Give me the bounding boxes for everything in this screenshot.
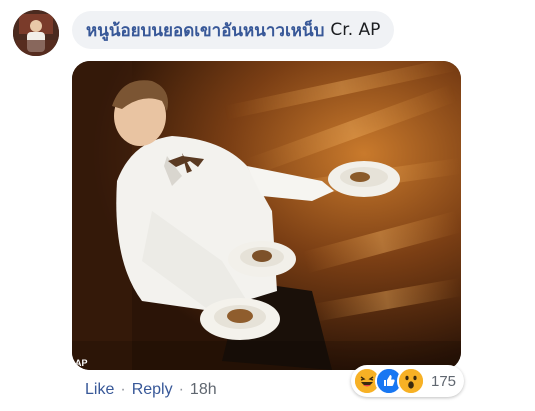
photo-credit: AP bbox=[75, 358, 88, 368]
photo-waiter-serving-plates bbox=[72, 61, 461, 370]
separator: · bbox=[178, 381, 184, 398]
timestamp[interactable]: 18h bbox=[190, 381, 217, 399]
comment-actions: Like · Reply · 18h bbox=[85, 381, 217, 399]
comment-photo[interactable]: AP bbox=[72, 61, 461, 370]
comment-text: Cr. AP bbox=[330, 20, 381, 40]
wow-icon bbox=[397, 367, 425, 395]
reply-link[interactable]: Reply bbox=[132, 381, 173, 399]
separator: · bbox=[120, 381, 126, 398]
comment: หนูน้อยบนยอดเขาอันหนาวเหน็บ Cr. AP AP Li… bbox=[0, 0, 535, 411]
reactions-summary[interactable]: 175 bbox=[351, 365, 465, 397]
reaction-count: 175 bbox=[431, 372, 457, 390]
avatar[interactable] bbox=[13, 10, 59, 56]
comment-bubble: หนูน้อยบนยอดเขาอันหนาวเหน็บ Cr. AP bbox=[72, 11, 395, 49]
author-name[interactable]: หนูน้อยบนยอดเขาอันหนาวเหน็บ bbox=[86, 17, 324, 44]
like-link[interactable]: Like bbox=[85, 381, 114, 399]
